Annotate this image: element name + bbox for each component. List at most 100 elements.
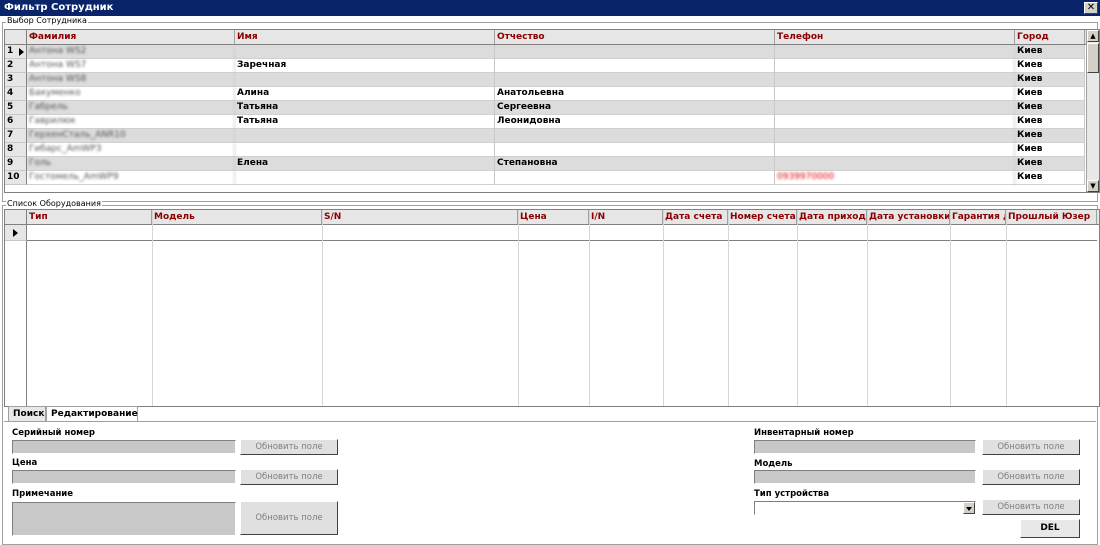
employees-grid[interactable]: Фамилия Имя Отчество Телефон Город 1 Анто… — [4, 29, 1100, 193]
cell-city: Киев — [1015, 171, 1085, 185]
row-selector[interactable]: 10 — [5, 171, 27, 185]
equipment-grid[interactable]: Тип Модель S/N Цена I/N Дата счета Номер… — [4, 209, 1100, 407]
row-selector[interactable]: 2 — [5, 59, 27, 73]
cell-phone: 0939970000 — [775, 171, 1015, 185]
grid-corner — [5, 30, 27, 44]
table-row[interactable]: Гаврилюк Татьяна Леонидовна Киев — [27, 115, 1085, 129]
row-number: 6 — [7, 116, 14, 126]
scroll-down-icon[interactable]: ▼ — [1087, 180, 1099, 192]
table-row[interactable]: Гибарс_AmWP3 Киев — [27, 143, 1085, 157]
column-line — [589, 210, 590, 406]
cell-surname: Гаврилюк — [27, 115, 235, 129]
cell-patronymic — [495, 45, 775, 59]
col-surname[interactable]: Фамилия — [27, 30, 235, 44]
update-device-type-button[interactable]: Обновить поле — [982, 499, 1080, 515]
chevron-down-icon[interactable] — [963, 502, 975, 514]
note-field[interactable] — [12, 502, 236, 536]
cell-name: Елена — [235, 157, 495, 171]
column-line — [797, 210, 798, 406]
row-selector[interactable]: 7 — [5, 129, 27, 143]
update-serial-button[interactable]: Обновить поле — [240, 439, 338, 455]
scroll-up-icon[interactable]: ▲ — [1087, 30, 1099, 42]
col-invoice-number[interactable]: Номер счета — [728, 210, 797, 224]
table-row[interactable]: Гостомель_AmWP9 0939970000 Киев — [27, 171, 1085, 185]
cell-phone — [775, 73, 1015, 87]
scroll-thumb[interactable] — [1087, 43, 1099, 73]
inventory-field[interactable] — [754, 440, 976, 454]
delete-button[interactable]: DEL — [1020, 519, 1080, 538]
price-field[interactable] — [12, 470, 236, 484]
col-price[interactable]: Цена — [518, 210, 589, 224]
col-phone[interactable]: Телефон — [775, 30, 1015, 44]
cell-surname: Антона WS7 — [27, 59, 235, 73]
col-patronymic[interactable]: Отчество — [495, 30, 775, 44]
cell-surname: ГерхенСталь_ANR10 — [27, 129, 235, 143]
update-model-button[interactable]: Обновить поле — [982, 469, 1080, 485]
cell-name: Татьяна — [235, 115, 495, 129]
cell-phone — [775, 129, 1015, 143]
cell-surname: Голь — [27, 157, 235, 171]
row-pointer-icon — [13, 229, 18, 237]
close-icon[interactable]: ✕ — [1084, 2, 1098, 14]
col-serial[interactable]: S/N — [322, 210, 518, 224]
cell-name: Алина — [235, 87, 495, 101]
row-number: 8 — [7, 144, 14, 154]
serial-field[interactable] — [12, 440, 236, 454]
cell-surname: Антона WS8 — [27, 73, 235, 87]
update-price-button[interactable]: Обновить поле — [240, 469, 338, 485]
row-selector[interactable]: 3 — [5, 73, 27, 87]
cell-surname: Габрель — [27, 101, 235, 115]
cell-phone — [775, 59, 1015, 73]
cell-patronymic: Степановна — [495, 157, 775, 171]
table-row[interactable]: Бакуменко Алина Анатольевна Киев — [27, 87, 1085, 101]
row-selector[interactable]: 4 — [5, 87, 27, 101]
col-prev-user[interactable]: Прошлый Юзер — [1006, 210, 1097, 224]
row-selector[interactable]: 5 — [5, 101, 27, 115]
update-inventory-button[interactable]: Обновить поле — [982, 439, 1080, 455]
tab-search[interactable]: Поиск — [8, 406, 46, 422]
model-field[interactable] — [754, 470, 976, 484]
row-selector[interactable]: 8 — [5, 143, 27, 157]
cell-name — [235, 171, 495, 185]
column-line — [322, 210, 323, 406]
col-type[interactable]: Тип — [27, 210, 152, 224]
window-title: Фильтр Сотрудник — [4, 2, 114, 13]
cell-phone — [775, 143, 1015, 157]
col-city[interactable]: Город — [1015, 30, 1085, 44]
col-inventory[interactable]: I/N — [589, 210, 663, 224]
cell-surname: Гибарс_AmWP3 — [27, 143, 235, 157]
col-invoice-date[interactable]: Дата счета — [663, 210, 728, 224]
row-number: 4 — [7, 88, 14, 98]
row-selector[interactable]: 6 — [5, 115, 27, 129]
col-warranty[interactable]: Гарантия д — [950, 210, 1006, 224]
col-model[interactable]: Модель — [152, 210, 322, 224]
column-line — [1006, 210, 1007, 406]
cell-city: Киев — [1015, 73, 1085, 87]
employees-scrollbar[interactable]: ▲ ▼ — [1086, 30, 1099, 192]
table-row[interactable]: Габрель Татьяна Сергеевна Киев — [27, 101, 1085, 115]
col-arrival-date[interactable]: Дата прихода — [797, 210, 867, 224]
table-row[interactable]: ГерхенСталь_ANR10 Киев — [27, 129, 1085, 143]
cell-city: Киев — [1015, 115, 1085, 129]
model-label: Модель — [754, 459, 793, 469]
col-name[interactable]: Имя — [235, 30, 495, 44]
employees-legend: Выбор Сотрудника — [6, 16, 88, 25]
row-selector[interactable]: 1 — [5, 45, 27, 59]
row-selector[interactable]: 9 — [5, 157, 27, 171]
cell-name — [235, 45, 495, 59]
device-type-select[interactable] — [754, 501, 976, 515]
cell-patronymic — [495, 171, 775, 185]
cell-patronymic — [495, 129, 775, 143]
column-line — [152, 210, 153, 406]
table-row[interactable]: Антона WS8 Киев — [27, 73, 1085, 87]
row-number: 3 — [7, 74, 14, 84]
table-row[interactable] — [27, 225, 1097, 241]
tab-edit[interactable]: Редактирование — [46, 406, 138, 422]
col-install-date[interactable]: Дата установки — [867, 210, 950, 224]
table-row[interactable]: Антона WS2 Киев — [27, 45, 1085, 59]
update-note-button[interactable]: Обновить поле — [240, 501, 338, 535]
cell-surname: Гостомель_AmWP9 — [27, 171, 235, 185]
row-selector[interactable] — [5, 225, 27, 241]
table-row[interactable]: Антона WS7 Заречная Киев — [27, 59, 1085, 73]
table-row[interactable]: Голь Елена Степановна Киев — [27, 157, 1085, 171]
